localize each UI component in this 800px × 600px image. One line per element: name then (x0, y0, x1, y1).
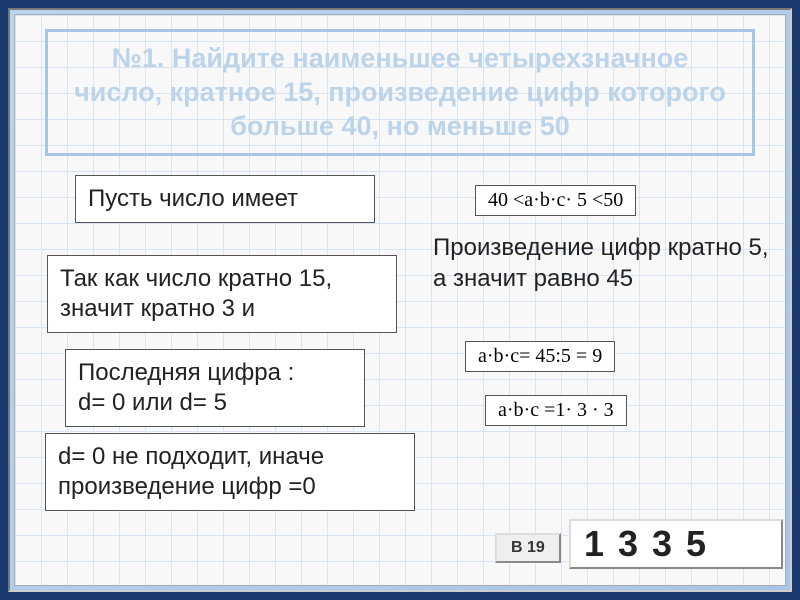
formula-inequality: 40 <a·b·c· 5 <50 (475, 185, 636, 216)
answer-digit: 1 (577, 523, 611, 565)
right-explanation: Произведение цифр кратно 5, а значит рав… (433, 233, 773, 294)
card-text: Последняя цифра : (78, 359, 294, 386)
problem-title: №1. Найдите наименьшее четырехзначное чи… (66, 42, 734, 143)
card-text: Так как число кратно 15, (60, 265, 332, 292)
answer-box: 1 3 3 5 (569, 519, 783, 569)
card-text-b: d= 0 или d= 5 (78, 389, 227, 416)
problem-badge: В 19 (495, 533, 561, 563)
formula-product-9: a·b·c= 45:5 = 9 (465, 341, 615, 372)
grid-paper: №1. Найдите наименьшее четырехзначное чи… (14, 14, 786, 586)
card-zero-rejected: d= 0 не подходит, иначе произведение циф… (45, 433, 415, 511)
answer-digit: 3 (611, 523, 645, 565)
answer-digit: 3 (645, 523, 679, 565)
card-last-digit: Последняя цифра : d= 0 или d= 5 (65, 349, 365, 427)
card-text: Пусть число имеет (88, 185, 298, 212)
card-divisible: Так как число кратно 15, значит кратно 3… (47, 255, 397, 333)
card-assume: Пусть число имеет (75, 175, 375, 223)
card-text-b: значит кратно 3 и (60, 295, 255, 322)
problem-title-box: №1. Найдите наименьшее четырехзначное чи… (45, 29, 755, 156)
answer-digit: 5 (679, 523, 713, 565)
outer-frame: №1. Найдите наименьшее четырехзначное чи… (8, 8, 792, 592)
card-text: d= 0 не подходит, иначе произведение циф… (58, 443, 324, 500)
formula-factorization: a·b·c =1· 3 · 3 (485, 395, 627, 426)
